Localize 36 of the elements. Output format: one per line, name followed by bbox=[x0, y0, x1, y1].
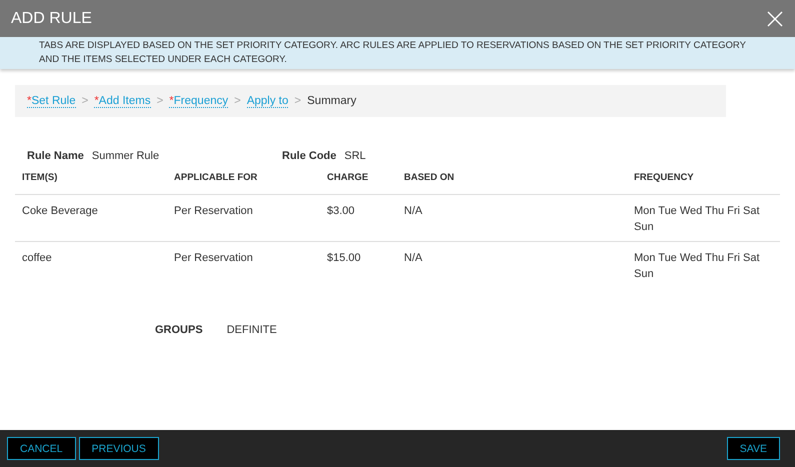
table-cell-text: N/A bbox=[403, 251, 424, 266]
group-value: DEFINITE bbox=[226, 324, 277, 336]
breadcrumb-link[interactable]: *Add Items bbox=[94, 94, 151, 108]
table-cell-text: $15.00 bbox=[326, 251, 362, 266]
breadcrumb-separator: > bbox=[82, 95, 88, 107]
banner-text: TABS ARE DISPLAYED BASED ON THE SET PRIORITY CATEGORY. ARC RULES ARE APPLIED TO RESERVATIONS BASED ON THE SET PRIORITY CATEGORY AND THE ITEMS SELECTED UNDER EACH CATEGORY. bbox=[39, 40, 746, 65]
save-button[interactable]: SAVE bbox=[726, 437, 780, 460]
field-label: Rule Name bbox=[27, 150, 84, 162]
column-header: CHARGE bbox=[326, 172, 370, 183]
table-cell-text: Mon Tue Wed Thu Fri Sat Sun bbox=[633, 251, 761, 282]
breadcrumb-separator: > bbox=[234, 95, 241, 107]
table-cell-text: $3.00 bbox=[326, 204, 356, 219]
table-cell-text: Per Reservation bbox=[173, 204, 254, 219]
table-cell-text: coffee bbox=[21, 251, 53, 266]
column-header: FREQUENCY bbox=[633, 172, 695, 183]
column-header: ITEM(S) bbox=[21, 172, 58, 183]
breadcrumb-separator: > bbox=[156, 95, 164, 107]
group-label: GROUPS bbox=[155, 324, 203, 336]
field-label: Rule Code bbox=[282, 150, 336, 162]
table-cell-text: Coke Beverage bbox=[21, 204, 99, 219]
close-icon[interactable] bbox=[767, 10, 783, 26]
breadcrumb-separator: > bbox=[294, 95, 302, 107]
field-value: SRL bbox=[344, 150, 366, 162]
field-value: Summer Rule bbox=[92, 150, 160, 162]
footer-button[interactable]: PREVIOUS bbox=[78, 437, 159, 460]
table-cell-text: N/A bbox=[403, 204, 424, 219]
breadcrumb-current: Summary bbox=[307, 95, 356, 107]
column-header: APPLICABLE FOR bbox=[173, 172, 258, 183]
window-title: ADD RULE bbox=[11, 10, 92, 28]
column-header: BASED ON bbox=[403, 172, 456, 183]
breadcrumb-link[interactable]: Apply to bbox=[246, 94, 288, 108]
footer-button[interactable]: CANCEL bbox=[7, 437, 76, 460]
table-cell-text: Mon Tue Wed Thu Fri Sat Sun bbox=[633, 204, 761, 235]
breadcrumb-link[interactable]: *Frequency bbox=[169, 94, 228, 108]
table-cell-text: Per Reservation bbox=[173, 251, 254, 266]
breadcrumb-link[interactable]: *Set Rule bbox=[27, 94, 76, 108]
